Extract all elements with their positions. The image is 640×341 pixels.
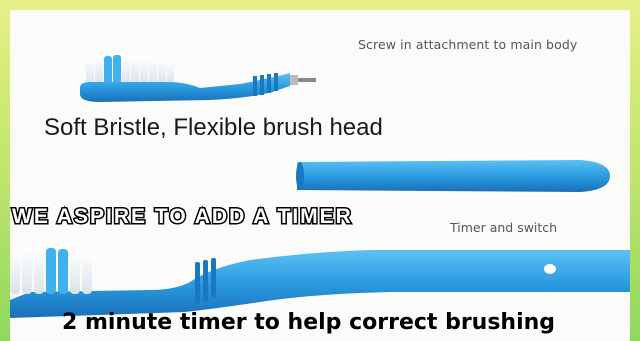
bottom-bristles [10,248,92,294]
brush-head-attachment [80,55,316,102]
timer-switch-caption: Timer and switch [450,220,558,235]
timer-banner-overlay: We aspire to add a timer [11,204,353,230]
main-body-handle [296,160,610,192]
slide: Screw in attachment to main body Soft Br… [10,10,630,341]
toothbrush-illustrations [10,55,630,318]
attachment-caption: Screw in attachment to main body [358,37,578,52]
top-bristles [86,55,174,84]
soft-bristle-caption: Soft Bristle, Flexible brush head [44,114,383,141]
bottom-subtitle-overlay: 2 minute timer to help correct brushing [62,310,556,335]
full-toothbrush [10,248,630,318]
